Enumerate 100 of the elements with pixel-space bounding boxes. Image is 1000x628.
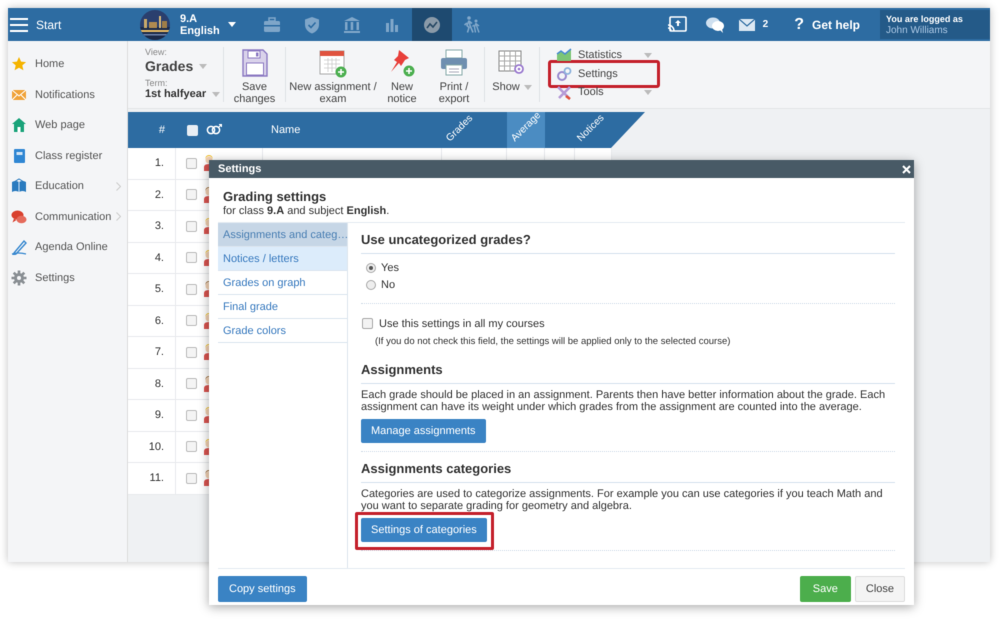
section-title: Use uncategorized grades? [361,223,895,254]
checkbox[interactable] [186,189,197,200]
radio-button[interactable] [366,280,376,290]
chat-icon[interactable] [704,16,725,33]
settings-icon [11,270,27,286]
mail-icon[interactable] [738,18,755,30]
checkbox[interactable] [186,284,197,295]
row-number: 6. [154,314,164,327]
option-label: No [381,278,396,290]
sidebar-item[interactable]: Notifications [8,80,127,110]
term-label: Term: [145,78,168,88]
subject-name: English [180,24,220,36]
close-button[interactable]: Close [854,576,905,602]
hint-text: (If you do not check this field, the settings will be applied only to the selected course) [374,336,732,347]
checkbox[interactable] [186,220,197,232]
mail-count: 2 [762,19,768,30]
house-icon [11,117,27,134]
section-description: Categories are used to categorize assignments. For example you can use categories if you teach Math and you want to separate grading for geometry and algebra. [361,488,884,512]
sidebar-item[interactable]: Communication [8,202,127,232]
cast-icon[interactable] [666,16,687,33]
caret-icon [212,92,220,96]
menu-icon[interactable] [10,18,28,32]
row-number: 5. [154,283,164,296]
section-title: Assignments [361,353,895,384]
copy-settings-button[interactable]: Copy settings [218,576,307,602]
checkbox[interactable] [186,158,197,169]
checkbox[interactable] [186,346,197,358]
row-number: 1. [154,157,164,170]
menu-item[interactable]: Statistics [556,46,652,64]
caret-icon [524,84,532,90]
view-dropdown[interactable]: Grades [145,57,223,75]
class-selector[interactable]: 9.A English [128,8,252,41]
row-number: 4. [154,252,164,264]
chat-icon [11,208,27,225]
printer-icon [439,48,469,78]
dialog-title: Settings [218,163,262,175]
star-icon [11,56,27,72]
sidebar-item[interactable]: Agenda Online [8,232,127,262]
checkbox[interactable] [186,472,197,484]
caret-icon [228,22,236,27]
people-icon [462,14,482,34]
dialog-subheading: for class 9.A and subject English. [223,205,390,218]
login-caption: You are logged as [886,13,964,25]
menu-item[interactable]: Tools [556,83,652,102]
toolbar-button[interactable]: New notice [380,41,424,108]
section-description: Each grade should be placed in an assignment. Parents then have better information about the grade. Each assignment can have its weight under which grades from the assignment are counted into the average. [361,389,886,413]
checkbox[interactable] [187,124,198,136]
help-link[interactable]: ? Get help [794,16,860,34]
menu-item[interactable]: Settings [556,64,652,83]
line-chart-icon [422,14,442,34]
row-number: 2. [154,188,164,201]
sidebar-item[interactable]: Home [8,49,127,80]
gender-icon [206,124,222,136]
toolbar-button[interactable]: New assignment / exam [286,41,380,108]
book-icon [11,178,27,194]
dialog-heading: Grading settings [223,189,328,205]
toolbar-button[interactable]: Save changes [224,41,285,108]
area-chart-icon [556,47,572,64]
term-dropdown[interactable]: 1st halfyear [145,88,223,100]
column-header[interactable]: Name [271,124,300,136]
sidebar-item[interactable]: Class register [8,140,127,171]
tools-icon [556,84,572,100]
checkbox-label: Use this settings in all my courses [379,318,545,330]
pen-icon [11,239,27,256]
bank-icon [342,14,362,34]
column-header[interactable]: # [158,124,165,136]
floppy-icon [240,48,270,78]
checkbox[interactable] [186,410,197,421]
settings-tab[interactable]: Notices / letters [218,247,347,271]
close-icon[interactable] [902,164,911,174]
radio-button[interactable] [366,262,376,272]
user-name: John Williams [886,25,949,37]
view-label: View: [145,47,168,57]
row-number: 7. [154,346,164,358]
row-number: 10. [148,440,164,453]
toolbar-button[interactable]: Print / export [424,41,484,108]
checkbox[interactable] [186,315,197,326]
checkbox[interactable] [362,318,373,329]
briefcase-icon [262,14,282,34]
start-label: Start [36,18,62,32]
toolbar-button[interactable]: Show [485,41,539,108]
notebook-icon [11,148,27,164]
caret-icon [199,64,208,68]
checkbox[interactable] [186,441,197,452]
action-button[interactable]: Settings of categories [361,518,487,542]
shield-icon [302,14,322,34]
section-title: Assignments categories [361,452,895,483]
row-number: 3. [154,220,164,232]
calendar-icon [318,48,348,78]
row-number: 11. [150,472,164,484]
checkbox[interactable] [186,252,197,264]
sidebar-item[interactable]: Settings [8,262,127,293]
option-label: Yes [381,262,399,274]
nav-tab[interactable] [412,8,452,41]
action-button[interactable]: Manage assignments [361,419,486,443]
row-number: 8. [154,378,164,390]
sidebar-item[interactable]: Web page [8,110,127,140]
row-number: 9. [154,409,164,422]
checkbox[interactable] [186,378,197,390]
sidebar-item[interactable]: Education [8,171,127,202]
